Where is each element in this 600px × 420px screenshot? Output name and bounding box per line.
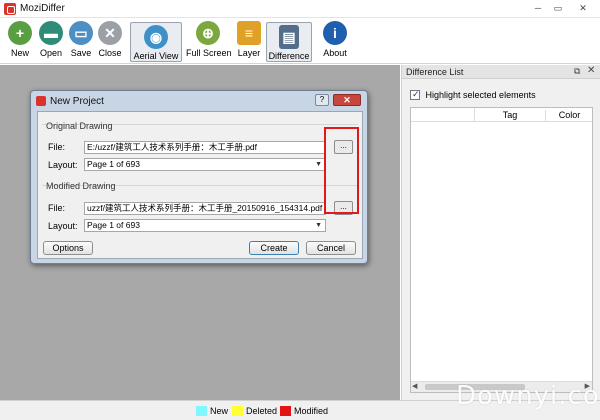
save-label: Save: [70, 48, 92, 58]
modified-file-field[interactable]: uzzf/建筑工人技术系列手册：木工手册_20150916_154314.pdf: [84, 202, 326, 215]
folder-icon: ▬: [39, 21, 63, 45]
options-button[interactable]: Options: [43, 241, 93, 255]
close-panel-icon[interactable]: ✕: [587, 65, 595, 76]
dropdown-arrow-icon: ▼: [315, 222, 322, 229]
minimize-button[interactable]: ─: [528, 2, 548, 15]
original-layout-label: Layout:: [48, 160, 78, 170]
modified-layout-value: Page 1 of 693: [87, 220, 140, 230]
new-project-dialog: New Project ? ✕ Original Drawing File: E…: [30, 90, 368, 264]
dialog-body: Original Drawing File: E:/uzzf/建筑工人技术系列手…: [37, 111, 363, 259]
new-label: New: [10, 48, 29, 58]
modified-layout-label: Layout:: [48, 221, 78, 231]
original-file-label: File:: [48, 142, 66, 152]
new-button[interactable]: + New: [6, 21, 34, 63]
float-panel-icon[interactable]: ⧉: [574, 66, 580, 77]
modified-color-swatch: [280, 405, 291, 416]
dropdown-arrow-icon: ▼: [315, 161, 322, 168]
panel-header: Difference List ⧉ ✕: [402, 65, 600, 79]
aerial-view-button[interactable]: ◉ Aerial View: [130, 22, 182, 62]
close-button[interactable]: ✕ Close: [96, 21, 124, 63]
plus-icon: +: [8, 21, 32, 45]
highlight-frame: [324, 127, 359, 214]
dialog-close-button[interactable]: ✕: [333, 94, 361, 106]
difference-button[interactable]: ▤ Difference: [266, 22, 312, 62]
highlight-label: Highlight selected elements: [425, 89, 536, 100]
about-button[interactable]: i About: [320, 21, 350, 63]
table-header: Tag Color: [411, 108, 592, 122]
original-drawing-title: Original Drawing: [46, 121, 113, 131]
difference-label: Difference: [268, 51, 310, 61]
eye-icon: ◉: [144, 25, 168, 49]
dialog-title: New Project: [50, 96, 104, 107]
zoom-icon: ⊕: [196, 21, 220, 45]
legend-deleted: Deleted: [232, 405, 277, 417]
full-screen-label: Full Screen: [186, 48, 232, 58]
title-bar: MoziDiffer ─ ▭ ✕: [0, 0, 600, 18]
watermark: Downyi.com: [456, 381, 600, 411]
highlight-option[interactable]: Highlight selected elements: [410, 89, 536, 101]
modified-layout-select[interactable]: Page 1 of 693 ▼: [84, 219, 326, 232]
layer-button[interactable]: ≡ Layer: [236, 21, 262, 63]
create-button[interactable]: Create: [249, 241, 299, 255]
app-icon: [4, 3, 16, 15]
cancel-button[interactable]: Cancel: [306, 241, 356, 255]
original-file-field[interactable]: E:/uzzf/建筑工人技术系列手册：木工手册.pdf: [84, 141, 326, 154]
panel-title: Difference List: [406, 67, 464, 77]
original-layout-value: Page 1 of 693: [87, 159, 140, 169]
modified-drawing-title: Modified Drawing: [46, 181, 116, 191]
column-header-index[interactable]: [411, 108, 475, 122]
layers-icon: ≡: [237, 21, 261, 45]
legend-new: New: [196, 405, 228, 417]
toolbar: + New ▬ Open ▭ Save ✕ Close ◉ Aerial Vie…: [0, 18, 600, 64]
column-header-tag[interactable]: Tag: [475, 110, 545, 120]
legend-modified: Modified: [280, 405, 328, 417]
difference-icon: ▤: [279, 25, 299, 49]
dialog-app-icon: [36, 96, 46, 106]
info-icon: i: [323, 21, 347, 45]
close-icon: ✕: [98, 21, 122, 45]
help-button[interactable]: ?: [315, 94, 329, 106]
maximize-button[interactable]: ▭: [548, 2, 568, 15]
deleted-color-swatch: [232, 405, 243, 416]
about-label: About: [323, 48, 347, 58]
difference-table[interactable]: Tag Color ◀ ▶: [410, 107, 593, 393]
difference-list-panel: Difference List ⧉ ✕ Highlight selected e…: [401, 65, 600, 400]
aerial-view-label: Aerial View: [133, 51, 179, 61]
window-title: MoziDiffer: [20, 3, 65, 14]
new-color-swatch: [196, 405, 207, 416]
save-icon: ▭: [69, 21, 93, 45]
scroll-left-icon[interactable]: ◀: [412, 382, 417, 390]
open-button[interactable]: ▬ Open: [36, 21, 66, 63]
highlight-checkbox[interactable]: [410, 89, 420, 100]
save-button[interactable]: ▭ Save: [68, 21, 94, 63]
original-layout-select[interactable]: Page 1 of 693 ▼: [84, 158, 326, 171]
layer-label: Layer: [237, 48, 261, 58]
full-screen-button[interactable]: ⊕ Full Screen: [186, 21, 232, 63]
close-window-button[interactable]: ✕: [570, 2, 596, 15]
close-label: Close: [98, 48, 122, 58]
column-header-color[interactable]: Color: [545, 110, 593, 122]
open-label: Open: [39, 48, 63, 58]
modified-file-label: File:: [48, 203, 66, 213]
